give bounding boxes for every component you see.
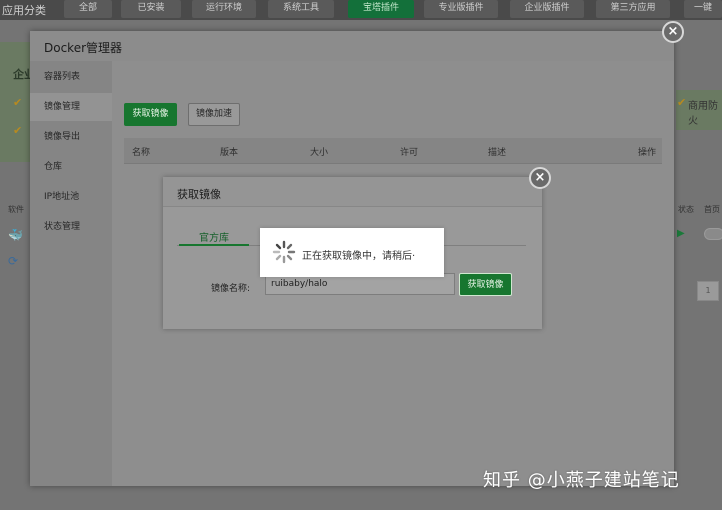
docker-icon: 🐳 xyxy=(8,228,23,242)
col-description: 描述 xyxy=(488,148,507,158)
pull-modal-header: 获取镜像 xyxy=(163,177,542,207)
docker-sidebar: 容器列表 镜像管理 镜像导出 仓库 IP地址池 状态管理 xyxy=(30,61,112,486)
commercial-firewall-label: 商用防火 xyxy=(688,101,718,127)
tab-runtime[interactable]: 运行环境 xyxy=(192,0,256,18)
image-name-label: 镜像名称: xyxy=(211,284,251,294)
tab-pro-plugins[interactable]: 专业版插件 xyxy=(424,0,498,18)
check-icon: ✔ xyxy=(677,96,687,109)
col-version: 版本 xyxy=(220,148,239,158)
play-icon[interactable]: ▶ xyxy=(677,228,685,239)
check-icon: ✔ xyxy=(13,96,23,109)
col-license: 许可 xyxy=(400,148,419,158)
loading-spinner-icon xyxy=(272,240,296,264)
submit-pull-button[interactable]: 获取镜像 xyxy=(459,273,512,296)
sidebar-item-ip-pool[interactable]: IP地址池 xyxy=(30,183,112,211)
pull-image-button[interactable]: 获取镜像 xyxy=(124,103,177,126)
tab-all[interactable]: 全部 xyxy=(64,0,112,18)
modal-title: Docker管理器 xyxy=(44,41,123,55)
close-icon[interactable]: × xyxy=(529,167,551,189)
sidebar-item-images[interactable]: 镜像管理 xyxy=(30,93,112,121)
category-label: 应用分类 xyxy=(2,4,46,17)
image-table-header: 名称 版本 大小 许可 描述 操作 xyxy=(124,138,662,164)
pull-modal-title: 获取镜像 xyxy=(177,188,221,201)
close-icon[interactable]: × xyxy=(662,21,684,43)
sidebar-item-status[interactable]: 状态管理 xyxy=(30,213,112,241)
sidebar-item-containers[interactable]: 容器列表 xyxy=(30,63,112,91)
zhihu-watermark: 知乎 @小燕子建站笔记 xyxy=(483,470,680,491)
pagination-page[interactable]: 1 xyxy=(697,281,719,301)
home-column-label: 首页 xyxy=(704,205,720,214)
software-label: 软件 xyxy=(8,205,24,214)
app-store-topbar: 应用分类 全部 已安装 运行环境 系统工具 宝塔插件 专业版插件 企业版插件 第… xyxy=(0,0,722,20)
sidebar-item-image-export[interactable]: 镜像导出 xyxy=(30,123,112,151)
tab-official-library[interactable]: 官方库 xyxy=(179,229,249,246)
tab-one-click[interactable]: 一键 xyxy=(684,0,722,18)
tab-system-tools[interactable]: 系统工具 xyxy=(268,0,334,18)
tab-installed[interactable]: 已安装 xyxy=(121,0,181,18)
status-column-label: 状态 xyxy=(678,205,694,214)
image-accelerate-button[interactable]: 镜像加速 xyxy=(188,103,240,126)
tab-third-party[interactable]: 第三方应用 xyxy=(596,0,670,18)
refresh-icon: ⟳ xyxy=(8,254,19,268)
check-icon: ✔ xyxy=(13,124,23,137)
col-name: 名称 xyxy=(132,148,151,158)
sidebar-item-registry[interactable]: 仓库 xyxy=(30,153,112,181)
col-action: 操作 xyxy=(638,148,657,158)
col-size: 大小 xyxy=(310,148,329,158)
tab-enterprise-plugins[interactable]: 企业版插件 xyxy=(510,0,584,18)
modal-header: Docker管理器 xyxy=(30,31,674,61)
home-toggle[interactable] xyxy=(704,228,722,240)
loading-message: 正在获取镜像中，请稍后· xyxy=(302,251,416,262)
tab-bt-plugins[interactable]: 宝塔插件 xyxy=(348,0,414,18)
loading-toast: 正在获取镜像中，请稍后· xyxy=(260,228,444,277)
